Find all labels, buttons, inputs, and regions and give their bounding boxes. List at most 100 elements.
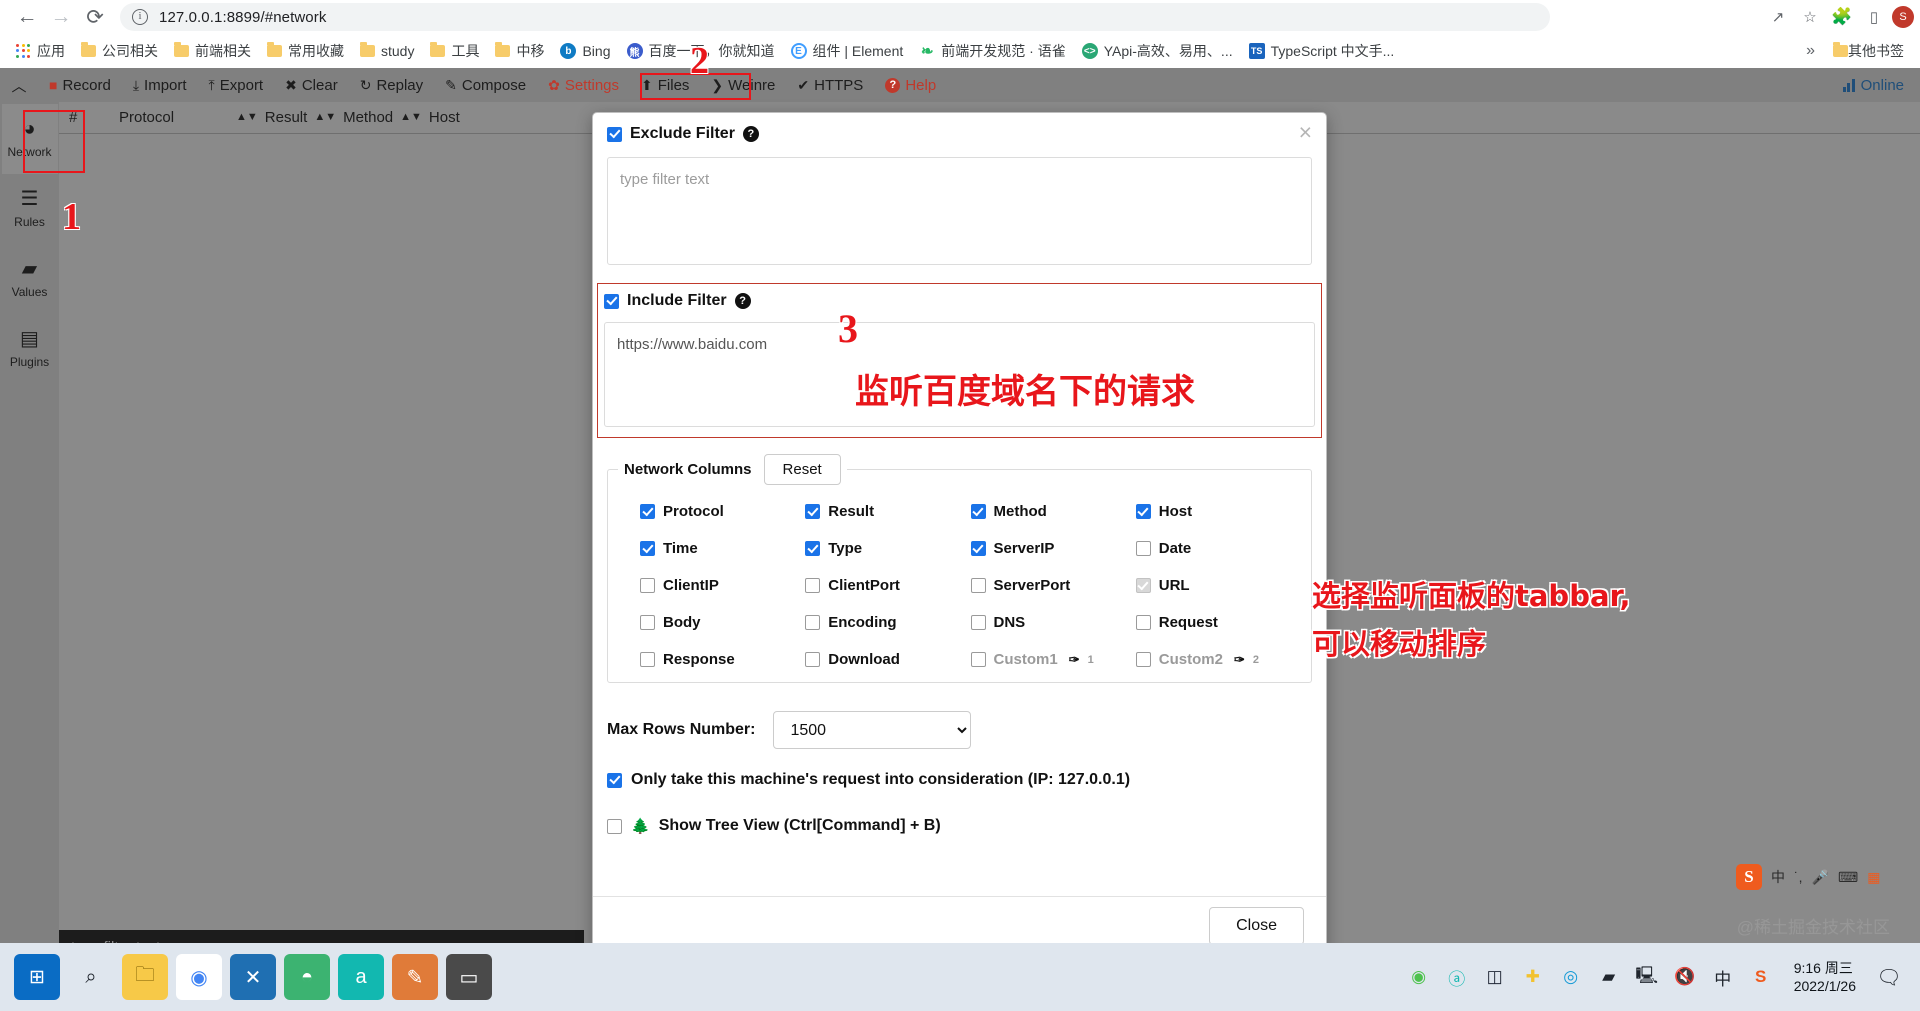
column-checkbox-body[interactable]: Body xyxy=(640,614,805,631)
bookmarks-overflow-button[interactable]: » xyxy=(1796,42,1825,60)
sogou-logo-icon[interactable]: S xyxy=(1736,864,1762,890)
edit-icon[interactable]: ✑ xyxy=(1069,652,1080,668)
column-checkbox-protocol[interactable]: Protocol xyxy=(640,503,805,520)
checkbox[interactable] xyxy=(805,652,821,667)
toolbar-compose-button[interactable]: ✎ Compose xyxy=(434,74,537,97)
extensions-puzzle-icon[interactable]: 🧩 xyxy=(1828,3,1856,31)
toolbar-https-button[interactable]: ✔ HTTPS xyxy=(786,74,874,97)
help-circle-icon[interactable]: ? xyxy=(734,293,751,309)
column-checkbox-response[interactable]: Response xyxy=(640,651,805,668)
checkbox[interactable] xyxy=(805,578,821,593)
toolbar-clear-button[interactable]: ✖ Clear xyxy=(274,74,349,97)
ime-punctuation-icon[interactable]: ˙, xyxy=(1794,869,1803,885)
cmcc-tray-icon[interactable]: ◎ xyxy=(1554,960,1588,994)
battery-icon[interactable]: ▰ xyxy=(1592,960,1626,994)
ime-mode-label[interactable]: 中 xyxy=(1771,867,1785,887)
column-checkbox-time[interactable]: Time xyxy=(640,540,805,557)
bookmark-item-3[interactable]: 常用收藏 xyxy=(259,38,352,64)
site-info-icon[interactable]: i xyxy=(132,9,148,25)
column-checkbox-host[interactable]: Host xyxy=(1135,503,1301,520)
windows-start-icon[interactable]: ⊞ xyxy=(14,954,60,1000)
checkbox[interactable] xyxy=(970,541,986,556)
avatar[interactable]: S xyxy=(1892,6,1914,28)
close-icon[interactable]: × xyxy=(1299,121,1312,144)
share-icon[interactable]: ↗ xyxy=(1764,3,1792,31)
other-bookmarks-button[interactable]: 其他书签 xyxy=(1829,41,1914,61)
checkbox[interactable] xyxy=(640,541,655,556)
column-checkbox-request[interactable]: Request xyxy=(1135,614,1301,631)
help-circle-icon[interactable]: ? xyxy=(742,126,759,142)
mic-icon[interactable]: 🎤 xyxy=(1812,869,1829,886)
address-bar[interactable]: i 127.0.0.1:8899/#network xyxy=(120,3,1550,31)
column-checkbox-serverip[interactable]: ServerIP xyxy=(970,540,1136,557)
bookmark-item-bing[interactable]: b Bing xyxy=(552,38,618,64)
chrome-icon[interactable]: ◉ xyxy=(176,954,222,1000)
wechat-devtool-icon[interactable]: ◓ xyxy=(284,954,330,1000)
network-icon[interactable]: 🖳 xyxy=(1630,960,1664,994)
sort-icon[interactable]: ▲▼ xyxy=(400,112,422,123)
column-checkbox-clientip[interactable]: ClientIP xyxy=(640,577,805,594)
checkbox[interactable] xyxy=(970,615,986,630)
column-checkbox-serverport[interactable]: ServerPort xyxy=(970,577,1136,594)
search-icon[interactable]: ⌕ xyxy=(68,954,114,1000)
bookmark-star-icon[interactable]: ☆ xyxy=(1796,3,1824,31)
dingtalk-tray-icon[interactable]: ◫ xyxy=(1478,960,1512,994)
sort-icon[interactable]: ▲▼ xyxy=(236,112,258,123)
edit-icon[interactable]: ✑ xyxy=(1234,652,1245,668)
include-filter-checkbox[interactable] xyxy=(604,293,619,309)
alipay-tray-icon[interactable]: ⓐ xyxy=(1440,960,1474,994)
bookmark-item-typescript[interactable]: TS TypeScript 中文手... xyxy=(1241,38,1403,64)
bookmark-item-element[interactable]: E 组件 | Element xyxy=(783,38,912,64)
only-machine-row[interactable]: Only take this machine's request into co… xyxy=(607,771,1312,789)
sidebar-item-plugins[interactable]: ▤ Plugins xyxy=(2,314,58,384)
toolbar-help-button[interactable]: ? Help xyxy=(874,74,947,97)
column-checkbox-custom1[interactable]: Custom1 ✑ 1 xyxy=(970,651,1136,668)
bookmark-item-yuque[interactable]: ❧ 前端开发规范 · 语雀 xyxy=(911,38,1073,64)
column-checkbox-result[interactable]: Result xyxy=(805,503,970,520)
app-window-icon[interactable]: ▭ xyxy=(446,954,492,1000)
file-explorer-icon[interactable]: 🗀 xyxy=(122,954,168,1000)
grid-icon[interactable]: ▦ xyxy=(1867,869,1880,886)
sogou-tray-icon[interactable]: S xyxy=(1744,960,1778,994)
column-checkbox-custom2[interactable]: Custom2 ✑ 2 xyxy=(1135,651,1301,668)
notification-icon[interactable]: 🗨 xyxy=(1872,960,1906,994)
max-rows-select[interactable]: 1500 xyxy=(773,711,972,749)
plus-tray-icon[interactable]: ✚ xyxy=(1516,960,1550,994)
checkbox[interactable] xyxy=(640,578,655,593)
taskbar-clock[interactable]: 9:16 周三 2022/1/26 xyxy=(1782,959,1868,995)
keyboard-icon[interactable]: ⌨ xyxy=(1838,869,1858,886)
bookmark-item-4[interactable]: study xyxy=(352,38,422,64)
checkbox[interactable] xyxy=(1135,615,1151,630)
volume-mute-icon[interactable]: 🔇 xyxy=(1668,960,1702,994)
alipay-icon[interactable]: a xyxy=(338,954,384,1000)
reload-icon[interactable]: ⟳ xyxy=(78,0,112,34)
toolbar-export-button[interactable]: ⤒ Export xyxy=(198,74,275,97)
only-machine-checkbox[interactable] xyxy=(607,772,622,788)
online-status[interactable]: Online xyxy=(1842,77,1904,94)
column-checkbox-date[interactable]: Date xyxy=(1135,540,1301,557)
sidepanel-icon[interactable]: ▯ xyxy=(1860,3,1888,31)
column-checkbox-method[interactable]: Method xyxy=(970,503,1136,520)
column-header-host[interactable]: Host xyxy=(429,109,460,126)
sidebar-item-values[interactable]: ▰ Values xyxy=(2,244,58,314)
column-header-protocol[interactable]: Protocol xyxy=(119,109,229,126)
back-icon[interactable]: ← xyxy=(10,0,44,34)
forward-icon[interactable]: → xyxy=(44,0,78,34)
exclude-filter-checkbox[interactable] xyxy=(607,126,622,142)
checkbox[interactable] xyxy=(970,504,986,519)
vscode-icon[interactable]: ✕ xyxy=(230,954,276,1000)
sidebar-item-rules[interactable]: ☰ Rules xyxy=(2,174,58,244)
column-header-result[interactable]: Result xyxy=(265,109,308,126)
column-checkbox-clientport[interactable]: ClientPort xyxy=(805,577,970,594)
bookmark-item-apps[interactable]: 应用 xyxy=(8,38,73,64)
checkbox[interactable] xyxy=(640,615,655,630)
checkbox[interactable] xyxy=(805,615,821,630)
ime-cn-icon[interactable]: 中 xyxy=(1706,960,1740,994)
close-button[interactable]: Close xyxy=(1209,906,1304,945)
toolbar-replay-button[interactable]: ↻ Replay xyxy=(349,74,434,97)
checkbox[interactable] xyxy=(970,652,986,667)
checkbox[interactable] xyxy=(970,578,986,593)
column-checkbox-dns[interactable]: DNS xyxy=(970,614,1136,631)
wechat-tray-icon[interactable]: ◉ xyxy=(1402,960,1436,994)
tree-view-row[interactable]: 🌲 Show Tree View (Ctrl[Command] + B) xyxy=(607,817,1312,835)
